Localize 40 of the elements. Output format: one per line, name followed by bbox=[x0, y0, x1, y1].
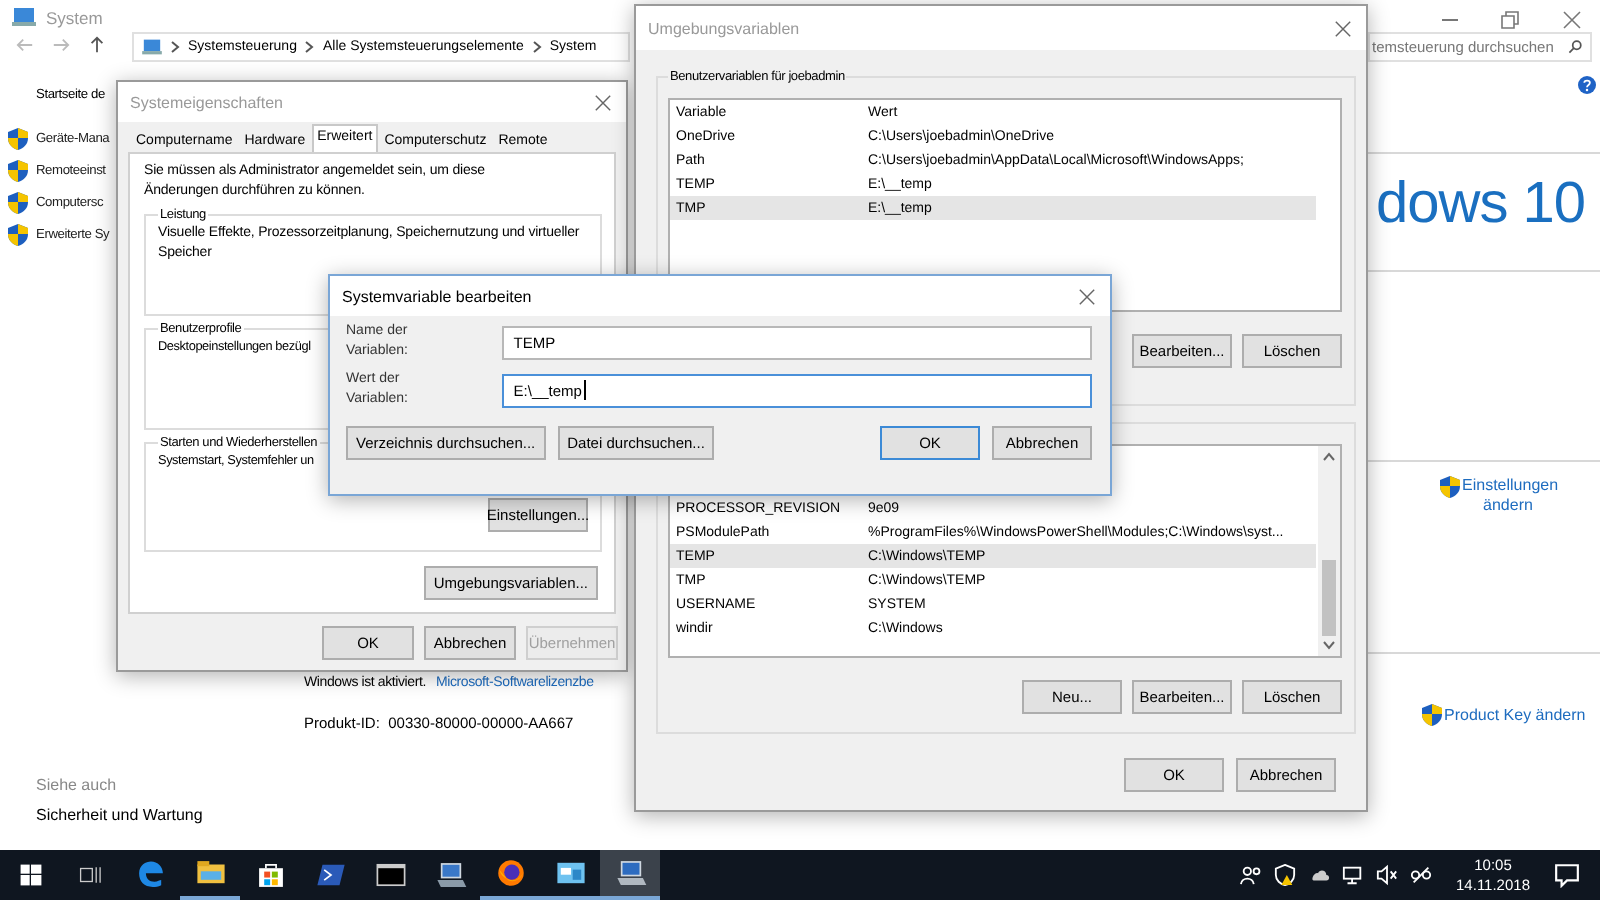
shield-icon bbox=[8, 160, 28, 182]
close-button[interactable] bbox=[594, 93, 612, 111]
chevron-icon bbox=[304, 40, 315, 54]
windows-logo-text: dows 10 bbox=[1376, 172, 1586, 238]
shield-icon bbox=[8, 224, 28, 246]
scroll-thumb[interactable] bbox=[1322, 560, 1336, 636]
shield-icon bbox=[8, 128, 28, 150]
see-also-link[interactable]: Sicherheit und Wartung bbox=[36, 806, 203, 824]
see-also-heading: Siehe auch bbox=[36, 776, 117, 794]
speaker-icon[interactable] bbox=[1376, 864, 1399, 886]
taskbar-app-icon[interactable] bbox=[600, 850, 660, 900]
shield-warning-icon[interactable] bbox=[1274, 864, 1297, 886]
computer-icon bbox=[12, 6, 36, 28]
notification-icon[interactable] bbox=[1554, 862, 1580, 888]
computer-icon bbox=[142, 38, 162, 56]
up-arrow-icon[interactable] bbox=[88, 36, 106, 54]
shield-icon bbox=[8, 192, 28, 214]
shield-icon bbox=[1440, 476, 1460, 498]
people-icon[interactable] bbox=[1240, 864, 1263, 886]
chevron-icon bbox=[531, 40, 542, 54]
close-button[interactable] bbox=[1562, 10, 1582, 30]
scroll-up-icon[interactable] bbox=[1322, 452, 1336, 462]
shield-icon bbox=[1422, 704, 1442, 726]
window-title: System bbox=[46, 7, 103, 27]
task-view-icon[interactable] bbox=[77, 862, 103, 888]
dialog-title: Systemeigenschaften bbox=[130, 93, 283, 111]
dialog-title: Systemvariable bearbeiten bbox=[342, 287, 532, 305]
close-button[interactable] bbox=[1078, 287, 1096, 305]
scrollbar[interactable] bbox=[1318, 446, 1340, 656]
settings-link[interactable]: Einstellungen ändern bbox=[1462, 476, 1554, 516]
dialog-title: Umgebungsvariablen bbox=[648, 19, 800, 37]
restore-button[interactable] bbox=[1500, 10, 1520, 30]
help-icon[interactable] bbox=[1578, 76, 1596, 94]
windows-icon[interactable] bbox=[17, 862, 43, 888]
chevron-icon bbox=[170, 40, 180, 54]
close-button[interactable] bbox=[1334, 19, 1352, 37]
product-key-link[interactable]: Product Key ändern bbox=[1444, 706, 1586, 724]
scroll-down-icon[interactable] bbox=[1322, 640, 1336, 650]
search-icon bbox=[1568, 40, 1582, 54]
network-icon[interactable] bbox=[1342, 864, 1365, 886]
